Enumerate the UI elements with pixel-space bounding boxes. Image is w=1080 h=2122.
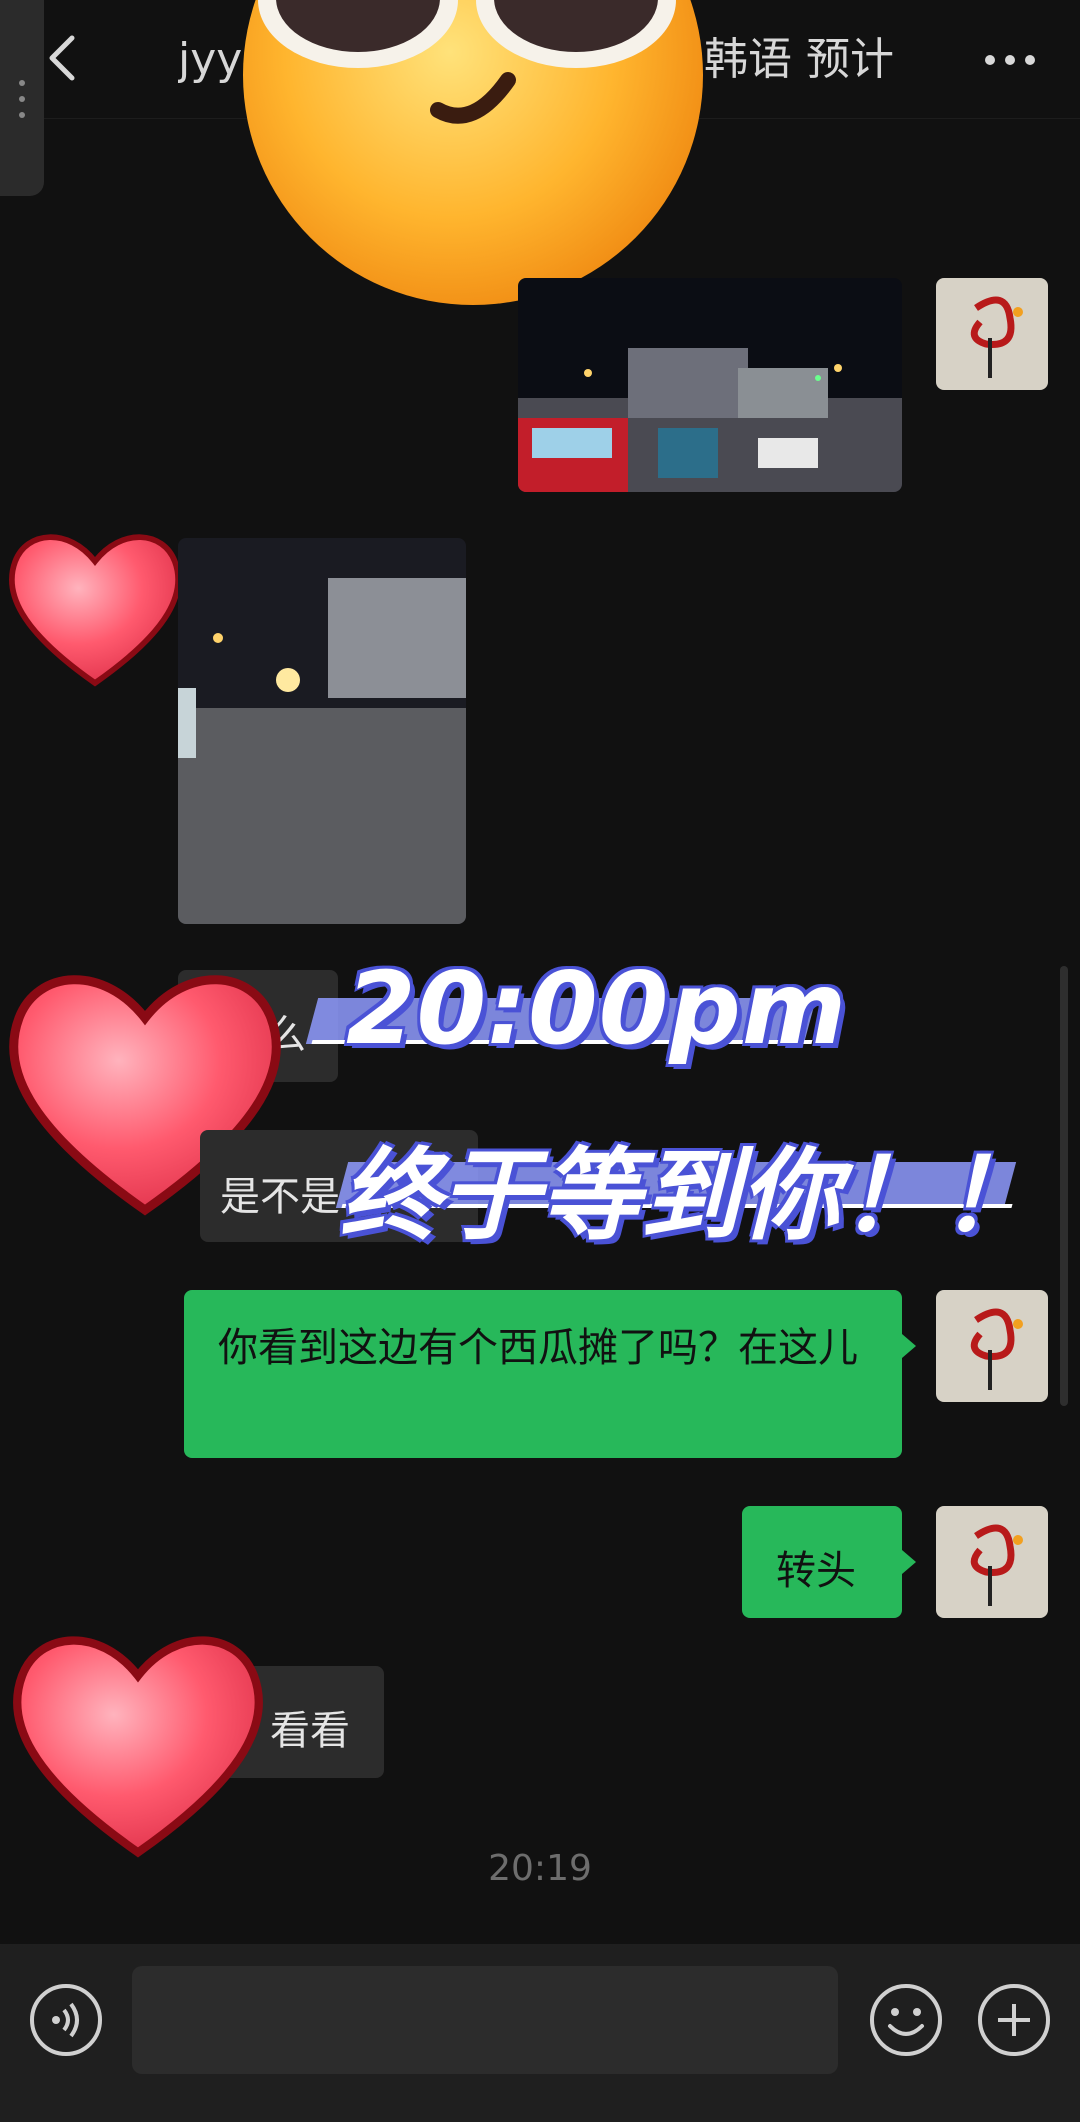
scrollbar[interactable] [1060, 966, 1068, 1406]
emoji-icon[interactable] [868, 1982, 944, 2058]
sunglasses-emoji-sticker [243, 0, 703, 305]
my-avatar[interactable] [936, 1506, 1048, 1618]
heart-sticker [9, 534, 181, 687]
message-text: 你看到这边有个西瓜摊了吗？在这儿 [218, 1325, 858, 1371]
chat-title-suffix: 韩语 预计 [704, 34, 894, 85]
message-text: 转头 [776, 1548, 856, 1594]
plus-icon[interactable] [976, 1982, 1052, 2058]
message-input[interactable] [132, 1966, 838, 2074]
overlay-title-caption: 终于等到你！！ [340, 1137, 1040, 1254]
my-avatar[interactable] [936, 278, 1048, 390]
sent-message-bubble[interactable]: 转头 [742, 1506, 916, 1618]
message-text: 是不是 [220, 1174, 340, 1220]
message-timestamp: 20:19 [488, 1848, 592, 1889]
sent-message-bubble[interactable]: 你看到这边有个西瓜摊了吗？在这儿 [184, 1290, 916, 1458]
overlay-title-time: 20:00pm [346, 950, 848, 1067]
received-photo-road[interactable] [178, 538, 466, 924]
message-text: 看看 [270, 1708, 350, 1754]
sent-photo-night-street[interactable] [518, 278, 902, 492]
voice-icon[interactable] [28, 1982, 104, 2058]
more-icon[interactable] [980, 40, 1040, 80]
heart-sticker [13, 1636, 263, 1858]
my-avatar[interactable] [936, 1290, 1048, 1402]
floating-side-handle[interactable] [0, 0, 44, 196]
chevron-left-icon[interactable] [42, 28, 82, 88]
